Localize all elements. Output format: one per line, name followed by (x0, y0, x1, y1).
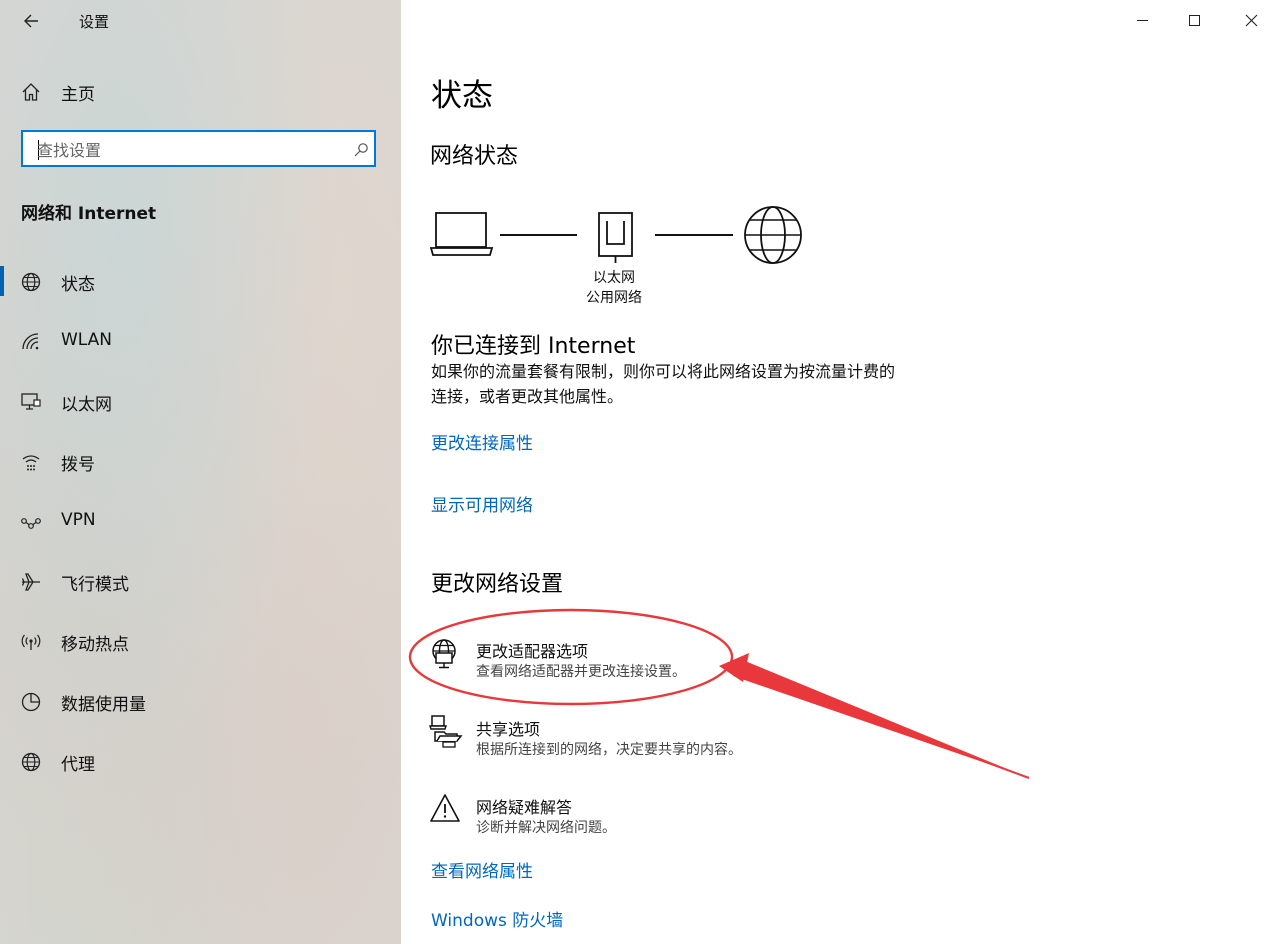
search-icon[interactable] (353, 142, 369, 158)
windows-firewall-link[interactable]: Windows 防火墙 (431, 906, 563, 931)
sidebar-item-airplane-mode[interactable]: 飞行模式 (0, 562, 401, 602)
back-button[interactable] (14, 6, 50, 36)
connection-description-line2: 连接，或者更改其他属性。 (431, 387, 624, 406)
annotation-arrow-wedge (733, 661, 1029, 778)
maximize-button[interactable] (1169, 0, 1219, 40)
laptop-icon (430, 212, 494, 256)
search-box[interactable] (21, 130, 376, 167)
section-title: 网络和 Internet (21, 204, 157, 224)
sidebar-item-proxy[interactable]: 代理 (0, 742, 401, 782)
view-network-properties-link[interactable]: 查看网络属性 (431, 857, 533, 882)
sidebar-item-ethernet[interactable]: 以太网 (0, 382, 401, 422)
annotation-ellipse (408, 608, 734, 706)
data-usage-icon (21, 692, 41, 712)
sidebar-item-status[interactable]: 状态 (0, 262, 401, 302)
sidebar-item-label: VPN (61, 510, 96, 530)
sidebar-item-label: 主页 (61, 85, 95, 105)
airplane-icon (21, 573, 40, 591)
dialup-icon (22, 455, 40, 471)
window-title: 设置 (79, 13, 110, 31)
sidebar-item-label: 拨号 (61, 455, 95, 475)
sidebar-item-label: 状态 (61, 275, 95, 295)
internet-globe-icon (744, 206, 802, 264)
sidebar-item-label: 移动热点 (61, 635, 129, 655)
connection-description-line1: 如果你的流量套餐有限制，则你可以将此网络设置为按流量计费的 (431, 362, 896, 381)
sidebar-item-label: 飞行模式 (61, 575, 129, 595)
change-settings-heading: 更改网络设置 (431, 572, 564, 597)
network-status-heading: 网络状态 (430, 144, 519, 169)
close-button[interactable] (1226, 0, 1276, 40)
sidebar: 设置 主页 网络和 Internet 状态 WLAN (0, 0, 401, 944)
connection-title: 你已连接到 Internet (431, 334, 636, 359)
vpn-icon (21, 518, 41, 529)
back-arrow-icon (24, 14, 38, 28)
wifi-icon (22, 333, 39, 350)
proxy-globe-icon (21, 752, 41, 772)
show-available-networks-link[interactable]: 显示可用网络 (431, 491, 533, 516)
setting-description: 诊断并解决网络问题。 (476, 820, 616, 836)
minimize-icon (1137, 20, 1148, 21)
annotation-overlay (408, 608, 1030, 779)
sidebar-item-label: 以太网 (61, 395, 112, 415)
sidebar-item-data-usage[interactable]: 数据使用量 (0, 682, 401, 722)
page-title: 状态 (431, 78, 493, 114)
adapter-name: 以太网 (593, 270, 635, 286)
home-icon (22, 83, 40, 101)
ethernet-icon (21, 393, 41, 410)
sidebar-item-mobile-hotspot[interactable]: 移动热点 (0, 622, 401, 662)
ethernet-port-icon (598, 212, 633, 263)
maximize-icon (1189, 15, 1200, 26)
change-connection-properties-link[interactable]: 更改连接属性 (431, 429, 533, 454)
sidebar-item-vpn[interactable]: VPN (0, 502, 401, 542)
sidebar-item-label: WLAN (61, 330, 113, 350)
sidebar-item-dialup[interactable]: 拨号 (0, 442, 401, 482)
sidebar-item-wlan[interactable]: WLAN (0, 322, 401, 362)
sidebar-item-label: 数据使用量 (61, 695, 146, 715)
search-input[interactable] (37, 139, 337, 161)
network-type: 公用网络 (586, 290, 642, 306)
globe-icon (21, 272, 41, 292)
hotspot-icon (21, 634, 41, 650)
close-icon (1245, 14, 1258, 27)
sidebar-item-label: 代理 (61, 755, 95, 775)
sidebar-item-home[interactable]: 主页 (0, 72, 401, 112)
minimize-button[interactable] (1117, 0, 1167, 40)
network-diagram (430, 206, 802, 264)
main-content: 状态 网络状态 以太网 公用网络 你已连接到 Internet 如果你的流量套餐… (401, 0, 1282, 944)
